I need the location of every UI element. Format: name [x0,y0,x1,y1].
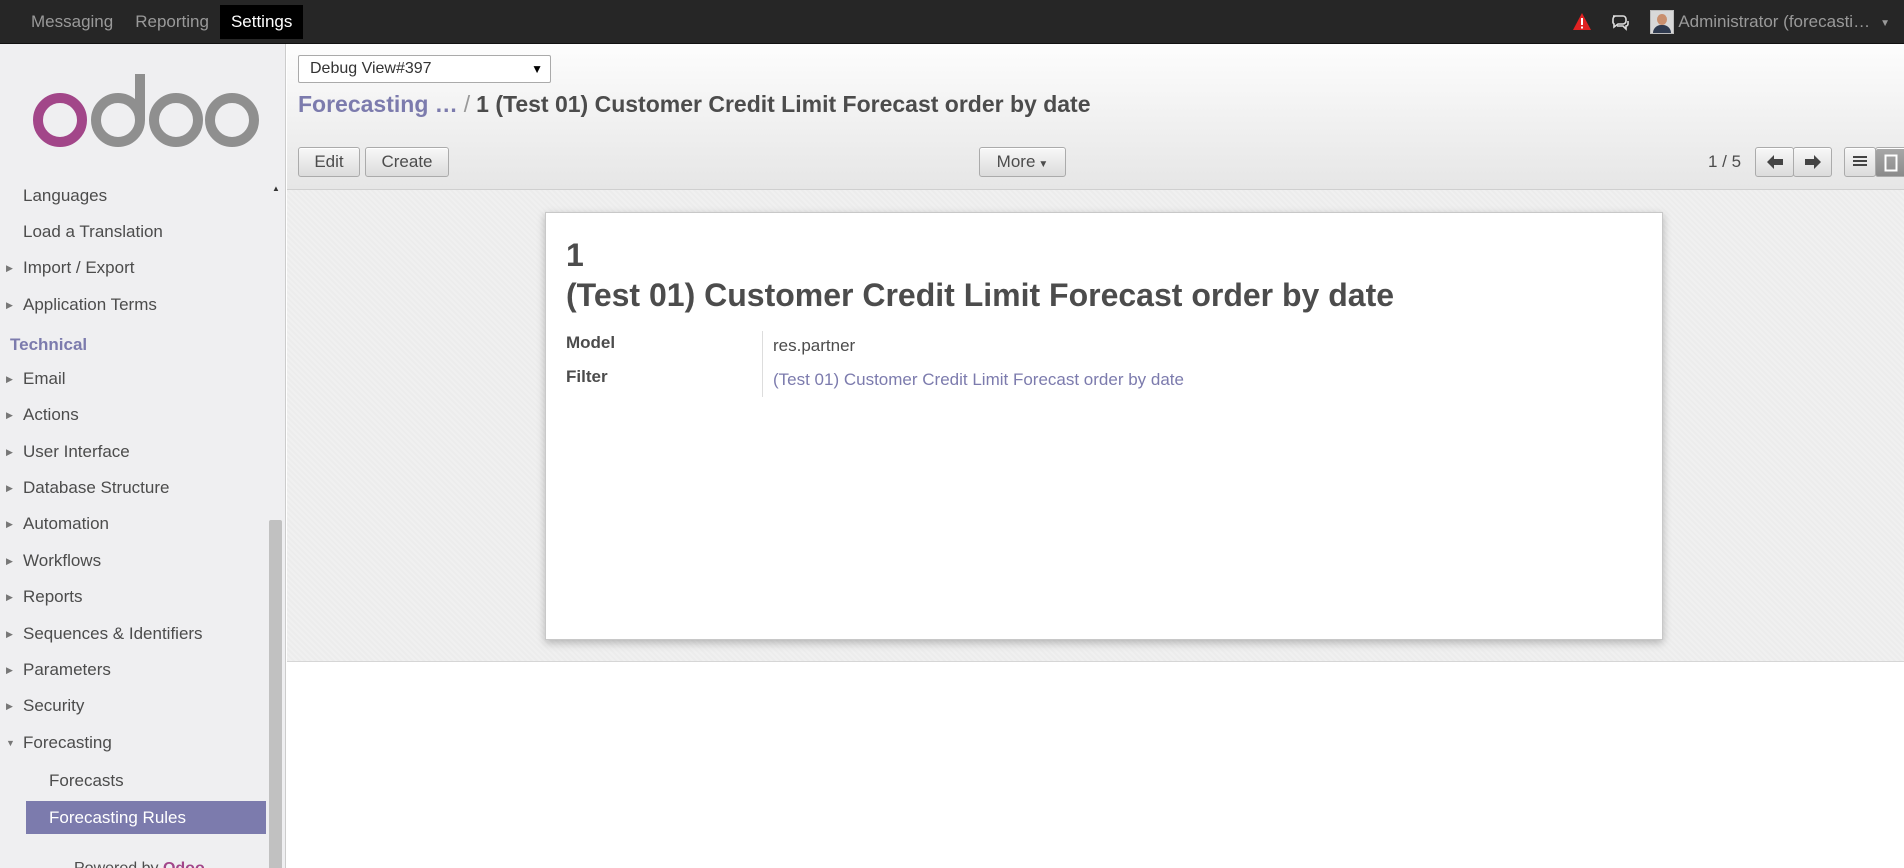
arrow-right-icon [1804,155,1821,169]
sidebar-item-database-structure[interactable]: ▶ Database Structure [0,473,268,503]
powered-by-text: Powered by [74,860,159,868]
scroll-up-icon[interactable]: ▲ [272,184,280,193]
caret-right-icon[interactable]: ▶ [6,473,14,503]
sidebar-item-sequences[interactable]: ▶ Sequences & Identifiers [0,619,268,649]
list-view-button[interactable] [1844,147,1876,177]
sidebar-item-label: Database Structure [23,478,170,497]
caret-down-icon: ▼ [1038,159,1049,170]
field-label-model: Model [566,333,616,352]
breadcrumb: Forecasting …/1 (Test 01) Customer Credi… [298,91,1091,118]
user-menu-name[interactable]: Administrator (forecasti… [1678,12,1870,32]
sidebar-item-label: Sequences & Identifiers [23,624,203,643]
topmenu-reporting[interactable]: Reporting [124,5,220,39]
sidebar-item-actions[interactable]: ▶ Actions [0,400,268,430]
warning-icon[interactable] [1572,12,1592,32]
caret-right-icon[interactable]: ▶ [6,437,14,467]
sidebar-item-label: Languages [23,186,108,205]
sidebar: Languages Load a Translation ▶ Import / E… [0,44,286,868]
caret-right-icon[interactable]: ▶ [6,364,14,394]
breadcrumb-current: 1 (Test 01) Customer Credit Limit Foreca… [476,91,1091,117]
control-panel: Debug View#397 ▼ Forecasting …/1 (Test 0… [287,44,1904,190]
sidebar-item-security[interactable]: ▶ Security [0,691,268,721]
record-sequence: 1 [566,237,584,273]
sidebar-item-load-translation[interactable]: Load a Translation [0,217,268,247]
sidebar-item-label: Parameters [23,660,111,679]
sidebar-item-label: Application Terms [23,295,157,314]
topbar-right: Administrator (forecasti… ▼ [1572,0,1904,44]
caret-right-icon[interactable]: ▶ [6,582,14,612]
topmenu-settings[interactable]: Settings [219,5,304,39]
form-view-button[interactable] [1875,147,1904,177]
caret-right-icon[interactable]: ▶ [6,509,14,539]
sidebar-item-label: Forecasts [49,771,124,790]
sidebar-item-label: User Interface [23,442,130,461]
sidebar-item-label: Reports [23,587,83,606]
sidebar-item-forecasting-rules[interactable]: Forecasting Rules [26,801,266,834]
sidebar-item-import-export[interactable]: ▶ Import / Export [0,253,268,283]
sidebar-item-forecasting[interactable]: ▼ Forecasting [0,728,268,758]
field-value-model: res.partner [773,336,856,355]
sidebar-item-forecasts[interactable]: Forecasts [0,766,268,796]
sidebar-item-languages[interactable]: Languages [0,181,268,211]
list-icon [1853,156,1867,166]
caret-right-icon[interactable]: ▶ [6,655,14,685]
sidebar-item-email[interactable]: ▶ Email [0,364,268,394]
sidebar-item-workflows[interactable]: ▶ Workflows [0,546,268,576]
powered-by-brand[interactable]: Odoo [163,860,205,868]
arrow-left-icon [1766,155,1783,169]
top-menu: Messaging Reporting Settings [20,5,304,39]
field-label-filter: Filter [566,367,608,386]
caret-down-icon[interactable]: ▼ [6,728,15,758]
breadcrumb-parent-link[interactable]: Forecasting … [298,91,458,117]
field-separator [762,331,763,397]
more-button[interactable]: More ▼ [979,147,1066,177]
dropdown-arrow-icon[interactable]: ▼ [531,56,543,82]
caret-right-icon[interactable]: ▶ [6,290,14,320]
sidebar-item-application-terms[interactable]: ▶ Application Terms [0,290,268,320]
sidebar-item-label: Actions [23,405,79,424]
sidebar-item-label: Automation [23,514,109,533]
pager-previous-button[interactable] [1755,147,1794,177]
caret-right-icon[interactable]: ▶ [6,691,14,721]
sidebar-item-label: Forecasting [23,733,112,752]
sidebar-item-label: Security [23,696,85,715]
sidebar-item-user-interface[interactable]: ▶ User Interface [0,437,268,467]
caret-right-icon[interactable]: ▶ [6,619,14,649]
record-title: (Test 01) Customer Credit Limit Forecast… [566,277,1395,313]
top-navbar: Messaging Reporting Settings Administrat… [0,0,1904,44]
chevron-down-icon[interactable]: ▼ [1880,18,1890,29]
sidebar-item-label: Workflows [23,551,102,570]
sidebar-item-label: Forecasting Rules [49,808,187,827]
pager-next-button[interactable] [1793,147,1832,177]
scrollbar-thumb[interactable] [269,520,282,868]
sidebar-section-technical: Technical [10,335,88,354]
sidebar-item-reports[interactable]: ▶ Reports [0,582,268,612]
powered-by: Powered by Odoo [74,860,205,868]
form-icon [1884,154,1898,172]
sidebar-item-label: Import / Export [23,258,135,277]
topmenu-messaging[interactable]: Messaging [20,5,124,39]
create-button[interactable]: Create [365,147,449,177]
debug-view-value: Debug View#397 [310,60,432,77]
sidebar-item-parameters[interactable]: ▶ Parameters [0,655,268,685]
sidebar-item-automation[interactable]: ▶ Automation [0,509,268,539]
pager-value[interactable]: 1 / 5 [1708,152,1741,172]
caret-right-icon[interactable]: ▶ [6,546,14,576]
avatar[interactable] [1650,10,1675,34]
debug-view-select[interactable]: Debug View#397 ▼ [298,55,551,83]
chat-icon[interactable] [1610,12,1630,32]
caret-right-icon[interactable]: ▶ [6,400,14,430]
sidebar-scrollbar[interactable]: ▲ ▼ [268,184,283,868]
breadcrumb-separator: / [463,91,471,117]
edit-button[interactable]: Edit [298,147,360,177]
more-button-label: More [996,152,1036,171]
form-content: 1 (Test 01) Customer Credit Limit Foreca… [287,190,1904,662]
sidebar-item-label: Email [23,369,66,388]
field-value-filter-link[interactable]: (Test 01) Customer Credit Limit Forecast… [773,370,1184,390]
form-sheet: 1 (Test 01) Customer Credit Limit Foreca… [545,212,1663,640]
odoo-logo [33,74,259,147]
caret-right-icon[interactable]: ▶ [6,253,14,283]
sidebar-item-label: Load a Translation [23,222,163,241]
